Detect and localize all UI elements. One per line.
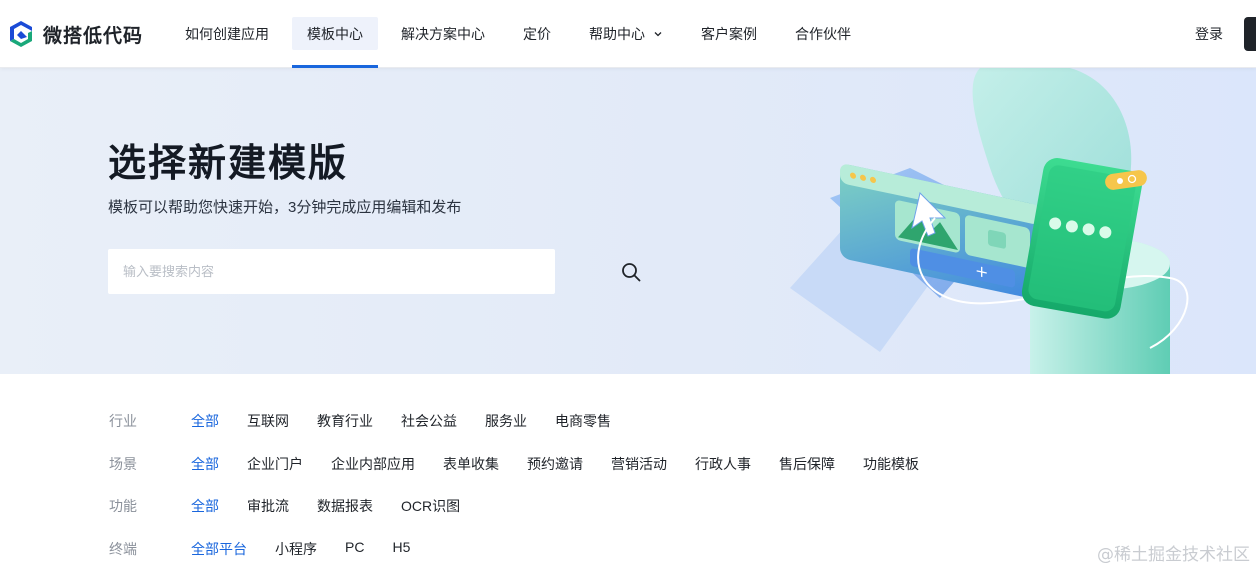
- filter-option-selected[interactable]: 全部: [191, 411, 219, 431]
- filter-option[interactable]: 服务业: [485, 411, 527, 431]
- filter-option[interactable]: 互联网: [247, 411, 289, 431]
- nav-item-label: 客户案例: [701, 26, 757, 42]
- filter-option[interactable]: 数据报表: [317, 496, 373, 516]
- top-navbar: 微搭低代码 如何创建应用 模板中心 解决方案中心 定价 帮助中心 客户案例 合作…: [0, 0, 1256, 68]
- filter-option[interactable]: 预约邀请: [527, 454, 583, 474]
- hero-illustration: +: [790, 68, 1189, 374]
- nav-item-customer-cases[interactable]: 客户案例: [686, 0, 772, 68]
- nav-item-label: 帮助中心: [589, 26, 645, 42]
- filter-label: 行业: [109, 413, 137, 429]
- nav-item-help-center[interactable]: 帮助中心: [574, 0, 678, 68]
- nav-item-label: 解决方案中心: [401, 26, 485, 42]
- filter-option[interactable]: 营销活动: [611, 454, 667, 474]
- nav-item-pricing[interactable]: 定价: [508, 0, 566, 68]
- filter-label: 功能: [109, 498, 137, 514]
- nav-item-partners[interactable]: 合作伙伴: [780, 0, 866, 68]
- filter-option[interactable]: 表单收集: [443, 454, 499, 474]
- filter-options: 全部 企业门户 企业内部应用 表单收集 预约邀请 营销活动 行政人事 售后保障 …: [191, 454, 947, 474]
- filter-option[interactable]: H5: [392, 539, 410, 559]
- filter-option[interactable]: 电商零售: [555, 411, 611, 431]
- nav-item-label: 如何创建应用: [185, 26, 269, 42]
- filter-option[interactable]: 行政人事: [695, 454, 751, 474]
- page-subtitle: 模板可以帮助您快速开始，3分钟完成应用编辑和发布: [108, 199, 462, 216]
- page-title: 选择新建模版: [108, 143, 349, 185]
- register-button[interactable]: [1244, 17, 1256, 51]
- svg-text:+: +: [975, 261, 988, 283]
- main-nav: 如何创建应用 模板中心 解决方案中心 定价 帮助中心 客户案例 合作伙伴: [170, 0, 874, 68]
- template-filters: 行业 全部 互联网 教育行业 社会公益 服务业 电商零售 场景 全部 企业门户 …: [0, 374, 1256, 568]
- filter-option[interactable]: 社会公益: [401, 411, 457, 431]
- filter-option[interactable]: 售后保障: [779, 454, 835, 474]
- search-icon[interactable]: [620, 261, 642, 283]
- hero-banner: 选择新建模版 模板可以帮助您快速开始，3分钟完成应用编辑和发布 输入要搜索内容 …: [0, 68, 1256, 374]
- watermark: @稀土掘金技术社区: [1097, 545, 1250, 565]
- nav-item-label: 模板中心: [307, 26, 363, 42]
- nav-item-label: 合作伙伴: [795, 26, 851, 42]
- filter-options: 全部平台 小程序 PC H5: [191, 539, 438, 559]
- nav-active-underline: [292, 65, 378, 68]
- nav-item-label: 定价: [523, 26, 551, 42]
- nav-item-solutions[interactable]: 解决方案中心: [386, 0, 500, 68]
- brand-logo-icon: [10, 21, 32, 47]
- filter-option[interactable]: 企业内部应用: [331, 454, 415, 474]
- filter-option-selected[interactable]: 全部: [191, 454, 219, 474]
- search-input[interactable]: [108, 249, 508, 294]
- filter-option[interactable]: 小程序: [275, 539, 317, 559]
- brand-name: 微搭低代码: [43, 25, 144, 47]
- nav-item-how-to-create[interactable]: 如何创建应用: [170, 0, 284, 68]
- filter-option[interactable]: PC: [345, 539, 364, 559]
- filter-option[interactable]: 教育行业: [317, 411, 373, 431]
- filter-option[interactable]: 审批流: [247, 496, 289, 516]
- filter-option-selected[interactable]: 全部平台: [191, 539, 247, 559]
- filter-label: 场景: [109, 456, 137, 472]
- filter-option[interactable]: 功能模板: [863, 454, 919, 474]
- brand-logo[interactable]: 微搭低代码: [6, 18, 143, 50]
- filter-label: 终端: [109, 541, 137, 557]
- filter-option-selected[interactable]: 全部: [191, 496, 219, 516]
- filter-option[interactable]: OCR识图: [401, 496, 460, 516]
- filter-options: 全部 审批流 数据报表 OCR识图: [191, 496, 488, 516]
- login-link[interactable]: 登录: [1195, 24, 1223, 44]
- search-box: [108, 249, 641, 294]
- filter-option[interactable]: 企业门户: [247, 454, 303, 474]
- chevron-down-icon: [654, 32, 662, 37]
- filter-options: 全部 互联网 教育行业 社会公益 服务业 电商零售: [191, 411, 639, 431]
- nav-item-template-center[interactable]: 模板中心: [292, 0, 378, 68]
